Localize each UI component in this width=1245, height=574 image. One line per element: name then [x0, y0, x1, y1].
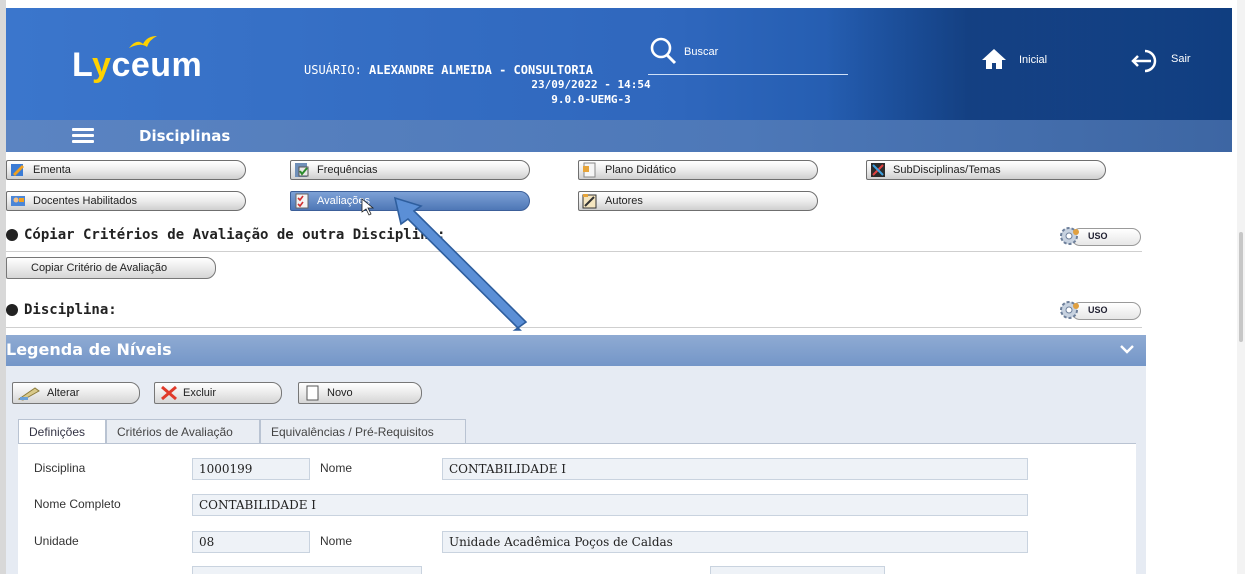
- copy-criteria-button[interactable]: Copiar Critério de Avaliação: [6, 257, 216, 279]
- logo-letter-y: y: [92, 46, 112, 84]
- tab-label: Critérios de Avaliação: [117, 425, 233, 439]
- unidade-nome-field[interactable]: Unidade Acadêmica Poços de Caldas: [442, 531, 1028, 553]
- definitions-form: Disciplina 1000199 Nome CONTABILIDADE I …: [18, 443, 1136, 574]
- novo-label: Novo: [327, 387, 353, 399]
- page-title-bar: Disciplinas: [6, 120, 1232, 152]
- exit-button[interactable]: Sair: [1131, 48, 1221, 74]
- alterar-button[interactable]: Alterar: [12, 382, 140, 404]
- disciplina-label: Disciplina: [34, 461, 86, 475]
- tab-label: Definições: [29, 425, 86, 439]
- next-row-field[interactable]: [192, 566, 422, 574]
- home-button[interactable]: Inicial: [981, 48, 1091, 74]
- tab-label: Equivalências / Pré-Requisitos: [271, 425, 434, 439]
- tab-equivalencias[interactable]: Equivalências / Pré-Requisitos: [260, 419, 466, 443]
- nav-label: Avaliações: [317, 195, 370, 207]
- next-row-field[interactable]: [710, 566, 885, 574]
- home-label[interactable]: Inicial: [1019, 54, 1047, 66]
- legenda-niveis-title: Legenda de Níveis: [6, 340, 172, 359]
- nav-button-docentes[interactable]: Docentes Habilitados: [6, 191, 246, 211]
- scrollbar-thumb[interactable]: [1239, 232, 1243, 342]
- unidade-label: Unidade: [34, 534, 79, 548]
- nav-label: Plano Didático: [605, 164, 676, 176]
- uso-label: USO: [1088, 305, 1108, 315]
- evaluation-icon: [295, 193, 309, 209]
- session-datetime: 23/09/2022 - 14:54: [531, 78, 651, 91]
- uso-toggle-disciplina[interactable]: USO: [1057, 298, 1141, 322]
- disciplina-title: Disciplina:: [24, 302, 117, 318]
- chevron-down-icon[interactable]: [1120, 344, 1134, 354]
- application-window: Lyceum USUÁRIO: ALEXANDRE ALMEIDA - CONS…: [0, 0, 1245, 574]
- legenda-niveis-bar[interactable]: Legenda de Níveis: [6, 335, 1146, 366]
- document-icon: [583, 162, 596, 178]
- nav-button-ementa[interactable]: Ementa: [6, 160, 246, 180]
- nav-button-subdisciplinas[interactable]: SubDisciplinas/Temas: [866, 160, 1106, 180]
- search-box[interactable]: Buscar: [648, 36, 848, 75]
- copy-criteria-title: Cópiar Critérios de Avaliação de outra D…: [24, 227, 446, 243]
- section-divider: [6, 327, 1142, 328]
- copy-criteria-button-label: Copiar Critério de Avaliação: [31, 262, 168, 274]
- nav-button-plano-didatico[interactable]: Plano Didático: [578, 160, 818, 180]
- attendance-icon: [295, 163, 309, 177]
- copy-criteria-heading: Cópiar Critérios de Avaliação de outra D…: [6, 227, 445, 243]
- excluir-button[interactable]: Excluir: [154, 382, 282, 404]
- exit-icon[interactable]: [1131, 48, 1163, 74]
- tools-icon: [871, 163, 885, 177]
- nav-label: Ementa: [33, 164, 71, 176]
- nav-label: Docentes Habilitados: [33, 195, 137, 207]
- edit-icon: [17, 387, 40, 401]
- app-version: 9.0.0-UEMG-3: [551, 93, 631, 106]
- search-icon[interactable]: [648, 36, 678, 66]
- section-divider: [6, 251, 1142, 252]
- nome-label: Nome: [320, 461, 353, 475]
- page-title: Disciplinas: [139, 127, 231, 145]
- user-info: USUÁRIO: ALEXANDRE ALMEIDA - CONSULTORIA: [304, 63, 593, 77]
- section-bullet-icon: [6, 304, 18, 316]
- nav-label: Autores: [605, 195, 643, 207]
- nav-button-autores[interactable]: Autores: [578, 191, 818, 211]
- tab-definicoes[interactable]: Definições: [18, 419, 106, 444]
- user-name: ALEXANDRE ALMEIDA - CONSULTORIA: [369, 63, 593, 77]
- vertical-scrollbar[interactable]: [1237, 0, 1245, 574]
- pencil-icon: [11, 164, 24, 176]
- disciplina-field[interactable]: 1000199: [192, 458, 310, 480]
- authors-icon: [582, 194, 597, 209]
- unidade-nome-label: Nome: [320, 534, 353, 548]
- nav-button-frequencias[interactable]: Frequências: [290, 160, 530, 180]
- disciplina-heading: Disciplina:: [6, 302, 117, 318]
- gear-icon: [1060, 301, 1079, 319]
- details-panel: Alterar Excluir Novo Definições Critério…: [6, 366, 1146, 574]
- alterar-label: Alterar: [47, 387, 80, 399]
- nome-field[interactable]: CONTABILIDADE I: [442, 458, 1028, 480]
- home-icon[interactable]: [981, 48, 1007, 70]
- new-document-icon: [306, 385, 319, 401]
- logo-letter-l: L: [72, 46, 93, 84]
- nome-completo-label: Nome Completo: [34, 497, 121, 511]
- nome-completo-field[interactable]: CONTABILIDADE I: [192, 494, 1028, 516]
- top-header: Lyceum USUÁRIO: ALEXANDRE ALMEIDA - CONS…: [6, 8, 1232, 120]
- section-bullet-icon: [6, 229, 18, 241]
- nav-label: SubDisciplinas/Temas: [893, 164, 1001, 176]
- nav-button-avaliacoes[interactable]: Avaliações: [290, 191, 530, 211]
- gear-icon: [1060, 227, 1079, 245]
- uso-toggle-copy[interactable]: USO: [1057, 224, 1141, 248]
- search-label[interactable]: Buscar: [684, 46, 718, 58]
- unidade-field[interactable]: 08: [192, 531, 310, 553]
- teachers-icon: [11, 196, 25, 206]
- excluir-label: Excluir: [183, 387, 217, 399]
- uso-label: USO: [1088, 231, 1108, 241]
- novo-button[interactable]: Novo: [298, 382, 422, 404]
- hamburger-icon[interactable]: [72, 128, 94, 144]
- nav-label: Frequências: [317, 164, 378, 176]
- tab-criterios-avaliacao[interactable]: Critérios de Avaliação: [106, 419, 260, 443]
- exit-label[interactable]: Sair: [1171, 53, 1191, 65]
- bird-logo-icon: [129, 36, 157, 48]
- user-label: USUÁRIO:: [304, 63, 362, 77]
- delete-icon: [161, 385, 177, 401]
